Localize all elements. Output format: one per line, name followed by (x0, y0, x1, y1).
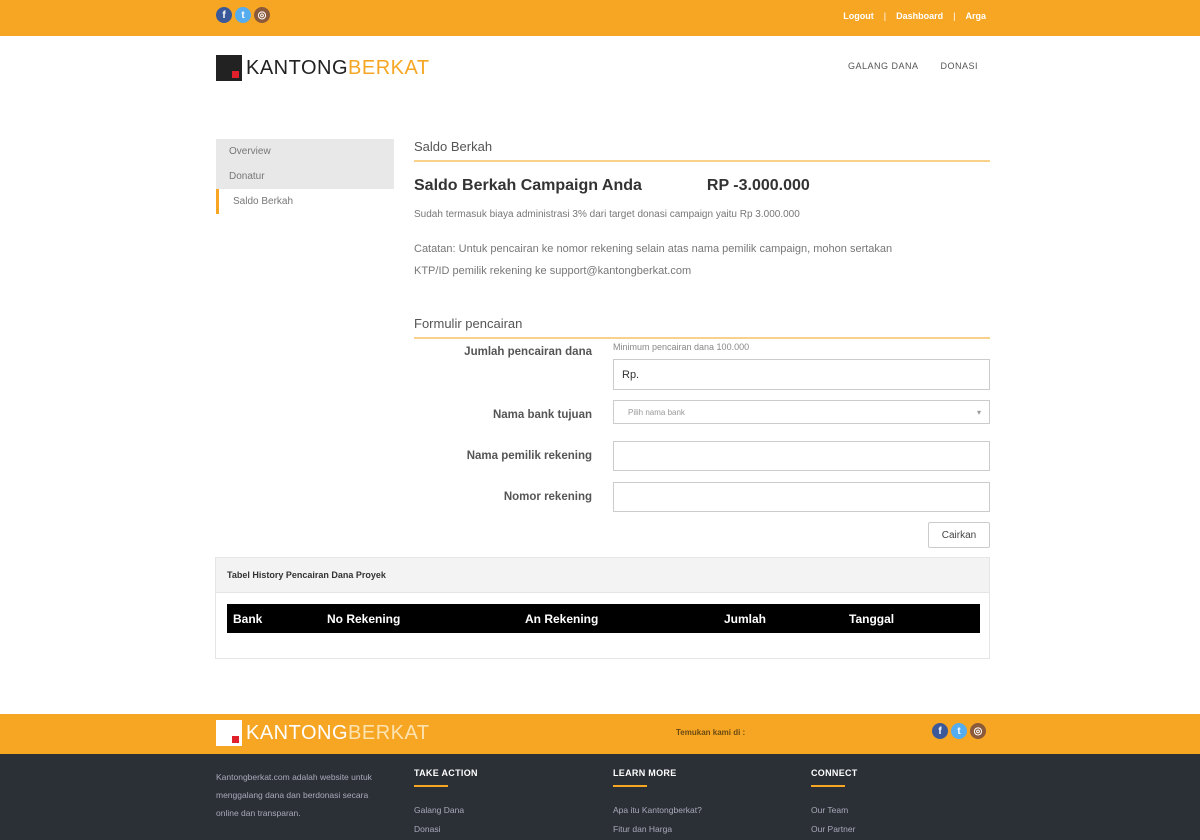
twitter-icon[interactable]: t (235, 7, 251, 23)
sidebar-item-overview[interactable]: Overview (216, 139, 394, 164)
catatan-note: Catatan: Untuk pencairan ke nomor rekeni… (414, 243, 893, 277)
sidebar-item-saldo-berkah[interactable]: Saldo Berkah (216, 189, 394, 214)
account-label: Nomor rekening (503, 491, 592, 503)
history-panel: Tabel History Pencairan Dana Proyek Bank… (215, 557, 990, 659)
history-title: Tabel History Pencairan Dana Proyek (216, 558, 989, 593)
top-bar: f t ◎ Logout | Dashboard | Arga (0, 0, 1200, 36)
section-title: Saldo Berkah (414, 139, 990, 162)
dashboard-sidebar: Overview Donatur Saldo Berkah (216, 139, 394, 214)
footer: Kantongberkat.com adalah website untuk m… (0, 754, 1200, 840)
saldo-label: Saldo Berkah Campaign Anda (414, 177, 642, 194)
instagram-icon[interactable]: ◎ (970, 723, 986, 739)
col-no-rekening: No Rekening (327, 612, 401, 626)
separator: | (883, 11, 887, 21)
footer-col-take-action: TAKE ACTION Galang Dana Donasi (414, 768, 478, 839)
footer-link[interactable]: Donasi (414, 820, 478, 839)
footer-col-connect: CONNECT Our Team Our Partner (811, 768, 858, 839)
col-jumlah: Jumlah (724, 612, 767, 626)
account-number-input[interactable] (613, 482, 990, 512)
logout-link[interactable]: Logout (843, 11, 874, 21)
instagram-icon[interactable]: ◎ (254, 7, 270, 23)
footer-social-links: f t ◎ (932, 723, 986, 739)
owner-name-input[interactable] (613, 441, 990, 471)
amount-hint: Minimum pencairan dana 100.000 (613, 342, 750, 352)
fee-note: Sudah termasuk biaya administrasi 3% dar… (414, 209, 800, 220)
sidebar-item-donatur[interactable]: Donatur (216, 164, 394, 189)
follow-text: Temukan kami di : (676, 728, 746, 737)
footer-top-bar: KANTONGBERKAT Temukan kami di : f t ◎ (0, 714, 1200, 754)
dashboard-link[interactable]: Dashboard (896, 11, 943, 21)
footer-logo[interactable]: KANTONGBERKAT (216, 720, 430, 746)
header: KANTONGBERKAT GALANG DANA DONASI (0, 36, 1200, 100)
bank-select-placeholder: Pilih nama bank (628, 407, 685, 417)
user-links: Logout | Dashboard | Arga (843, 11, 986, 21)
footer-about: Kantongberkat.com adalah website untuk m… (216, 772, 372, 818)
logo-text: KANTONGBERKAT (246, 56, 430, 79)
footer-link[interactable]: Galang Dana (414, 801, 478, 820)
logo-text: KANTONGBERKAT (246, 721, 430, 744)
saldo-amount: RP -3.000.000 (706, 177, 810, 194)
nav-donasi[interactable]: DONASI (940, 61, 978, 71)
bank-select[interactable]: Pilih nama bank ▾ (613, 400, 990, 424)
main-nav: GALANG DANA DONASI (848, 61, 978, 71)
logo-mark (216, 55, 242, 81)
saldo-section: Saldo Berkah Saldo Berkah Campaign Anda … (414, 139, 990, 282)
owner-label: Nama pemilik rekening (466, 450, 592, 462)
col-tanggal: Tanggal (849, 612, 895, 626)
nav-galang-dana[interactable]: GALANG DANA (848, 61, 919, 71)
col-an-rekening: An Rekening (525, 612, 599, 626)
bank-label: Nama bank tujuan (492, 409, 592, 421)
separator: | (953, 11, 956, 21)
footer-link[interactable]: Our Team (811, 801, 858, 820)
site-logo[interactable]: KANTONGBERKAT (216, 55, 430, 81)
footer-link[interactable]: Fitur dan Harga (613, 820, 702, 839)
cairkan-button[interactable]: Cairkan (928, 522, 990, 548)
col-bank: Bank (233, 612, 263, 626)
user-name-link[interactable]: Arga (965, 11, 986, 21)
logo-mark (216, 720, 242, 746)
amount-input[interactable]: Rp. (613, 359, 990, 390)
amount-label: Jumlah pencairan dana (464, 346, 592, 358)
facebook-icon[interactable]: f (932, 723, 948, 739)
facebook-icon[interactable]: f (216, 7, 232, 23)
twitter-icon[interactable]: t (951, 723, 967, 739)
history-table-header: Bank No Rekening An Rekening Jumlah Tang… (227, 604, 980, 633)
social-links: f t ◎ (216, 7, 270, 23)
saldo-summary: Saldo Berkah Campaign Anda RP -3.000.000 (414, 177, 990, 195)
footer-link[interactable]: Our Partner (811, 820, 858, 839)
footer-link[interactable]: Apa itu Kantongberkat? (613, 801, 702, 820)
form-title: Formulir pencairan (414, 316, 990, 339)
chevron-down-icon: ▾ (976, 407, 981, 417)
footer-col-learn-more: LEARN MORE Apa itu Kantongberkat? Fitur … (613, 768, 702, 839)
